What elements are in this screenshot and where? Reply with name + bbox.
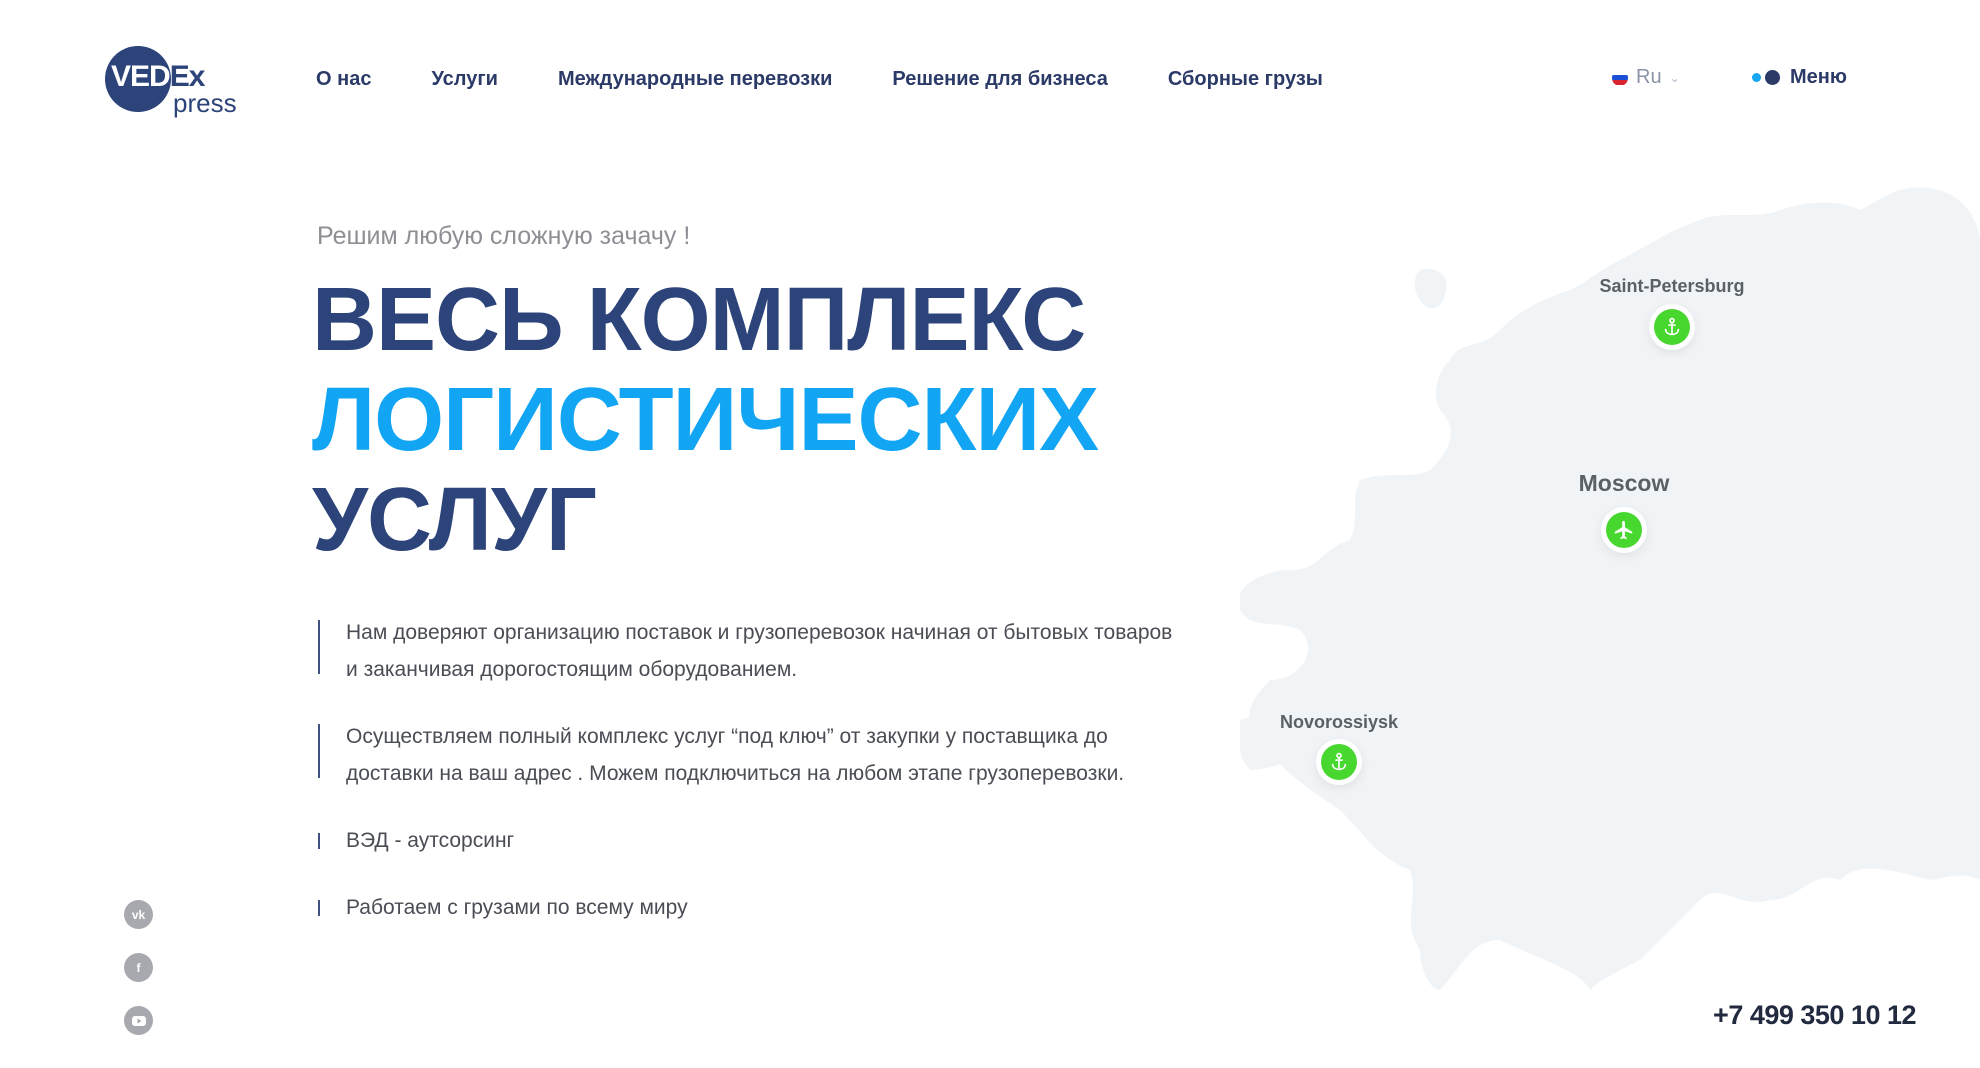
logo-sub-text: press — [173, 88, 237, 118]
headline-line-1: ВЕСЬ КОМПЛЕКС — [312, 270, 1086, 370]
anchor-icon — [1664, 317, 1680, 336]
list-item: ВЭД - аутсорсинг — [318, 822, 1258, 859]
nav-item-business[interactable]: Решение для бизнеса — [892, 68, 1107, 91]
russia-map — [1240, 187, 1980, 990]
social-links: vk f — [124, 900, 153, 1035]
facebook-icon[interactable]: f — [124, 953, 153, 982]
list-item: Осуществляем полный комплекс услуг “под … — [318, 718, 1258, 792]
phone-number[interactable]: +7 499 350 10 12 — [1700, 1000, 1916, 1031]
map-pin-novorossiysk[interactable] — [1316, 739, 1362, 785]
nav-item-consolidated[interactable]: Сборные грузы — [1168, 68, 1323, 91]
city-label-novorossiysk: Novorossiysk — [1279, 712, 1399, 732]
map-pin-moscow[interactable] — [1601, 507, 1647, 553]
list-item: Нам доверяют организацию поставок и груз… — [318, 614, 1258, 688]
city-label-moscow: Moscow — [1578, 470, 1670, 496]
language-selector[interactable]: Ru ⌄ — [1612, 66, 1680, 89]
bullet-bar — [318, 724, 320, 778]
menu-label: Меню — [1790, 66, 1847, 88]
headline-line-2: ЛОГИСТИЧЕСКИХ — [312, 370, 1099, 470]
hero-subtitle: Решим любую сложную зачачу ! — [317, 222, 691, 250]
anchor-icon — [1331, 752, 1347, 771]
nav-item-international[interactable]: Международные перевозки — [558, 68, 832, 91]
city-label-saint-petersburg: Saint-Petersburg — [1599, 276, 1745, 296]
menu-dots-icon — [1752, 70, 1780, 85]
hero-headline: ВЕСЬ КОМПЛЕКС ЛОГИСТИЧЕСКИХ УСЛУГ — [312, 270, 1099, 570]
menu-button[interactable]: Меню — [1752, 66, 1847, 89]
youtube-icon[interactable] — [124, 1006, 153, 1035]
nav-item-services[interactable]: Услуги — [431, 68, 498, 91]
airplane-icon — [1614, 520, 1633, 540]
chevron-down-icon: ⌄ — [1669, 70, 1680, 85]
vk-icon[interactable]: vk — [124, 900, 153, 929]
language-label: Ru — [1636, 66, 1662, 88]
russia-flag-icon — [1612, 69, 1628, 86]
logo[interactable]: VEDEx press — [105, 46, 245, 124]
bullet-bar — [318, 620, 320, 674]
main-nav: О нас Услуги Международные перевозки Реш… — [316, 68, 1323, 91]
list-item: Работаем с грузами по всему миру — [318, 889, 1258, 926]
nav-item-about[interactable]: О нас — [316, 68, 371, 91]
feature-list: Нам доверяют организацию поставок и груз… — [318, 614, 1258, 926]
bullet-bar — [318, 900, 320, 916]
map-pin-saint-petersburg[interactable] — [1649, 304, 1695, 350]
headline-line-3: УСЛУГ — [312, 470, 597, 570]
bullet-bar — [318, 833, 320, 849]
